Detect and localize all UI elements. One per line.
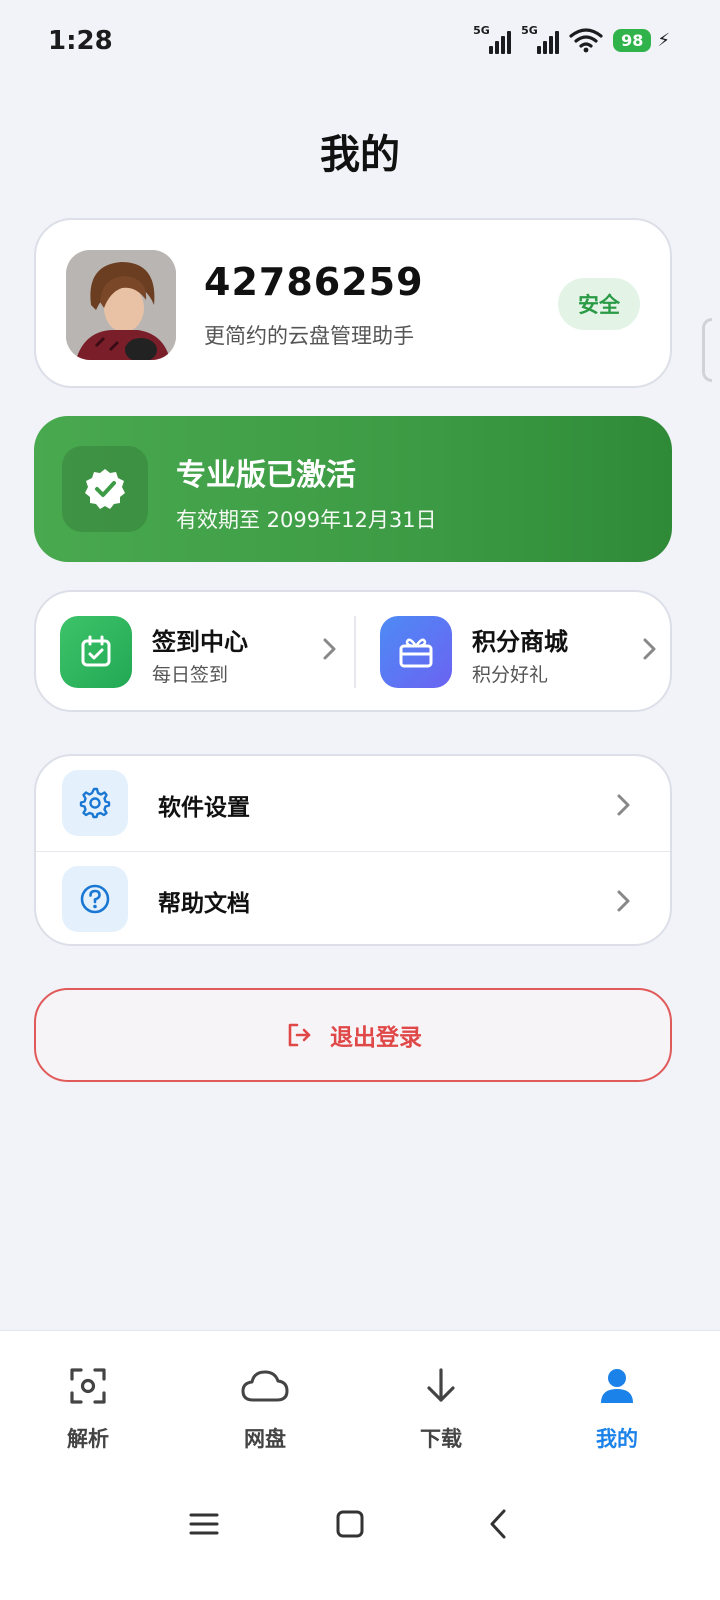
- cellular-signal-icon-2: 5G: [521, 24, 563, 54]
- gift-icon: [380, 616, 452, 688]
- home-button[interactable]: [320, 1502, 380, 1546]
- cellular-signal-icon: 5G: [473, 24, 515, 54]
- wifi-icon: [569, 28, 603, 53]
- charging-icon: ⚡: [657, 29, 670, 51]
- mall-title: 积分商城: [472, 628, 568, 656]
- nav-label: 网盘: [244, 1427, 286, 1451]
- logout-icon: [288, 1023, 311, 1047]
- profile-card[interactable]: 42786259 更简约的云盘管理助手 安全: [34, 218, 672, 388]
- network-type-label: 5G: [473, 24, 490, 37]
- checkin-title: 签到中心: [152, 628, 248, 656]
- status-icons: 5G 5G 98 ⚡: [473, 24, 670, 54]
- nav-label: 解析: [67, 1427, 109, 1451]
- profile-slogan: 更简约的云盘管理助手: [204, 324, 414, 348]
- calendar-check-icon: [60, 616, 132, 688]
- pro-title: 专业版已激活: [176, 458, 356, 493]
- cloud-icon: [200, 1361, 330, 1411]
- back-chevron-icon: [490, 1509, 506, 1539]
- page-title: 我的: [320, 132, 400, 178]
- gear-icon: [62, 770, 128, 836]
- points-mall-button[interactable]: 积分商城 积分好礼: [356, 592, 674, 710]
- quick-actions-card: 签到中心 每日签到 积分商城 积分好礼: [34, 590, 672, 712]
- help-docs-label: 帮助文档: [158, 891, 250, 917]
- nav-tab-download[interactable]: 下载: [376, 1331, 506, 1481]
- user-id: 42786259: [204, 260, 424, 304]
- screen: 1:28 5G 5G 98 ⚡ 我的 42786259 更简约的云盘管理助手 安…: [0, 0, 720, 1600]
- avatar[interactable]: [66, 250, 176, 360]
- chevron-right-icon: [643, 638, 656, 660]
- chevron-right-icon: [617, 794, 630, 816]
- status-time: 1:28: [48, 26, 113, 56]
- checkin-subtitle: 每日签到: [152, 664, 229, 686]
- chevron-right-icon: [323, 638, 336, 660]
- pro-expiry: 有效期至 2099年12月31日: [176, 508, 437, 532]
- pro-status-card[interactable]: 专业版已激活 有效期至 2099年12月31日: [34, 416, 672, 562]
- network-type-label-2: 5G: [521, 24, 538, 37]
- edge-panel-handle[interactable]: [702, 318, 712, 382]
- software-settings-label: 软件设置: [158, 795, 250, 821]
- question-icon: [62, 866, 128, 932]
- nav-label: 我的: [596, 1427, 638, 1451]
- nav-tab-parse[interactable]: 解析: [23, 1331, 153, 1481]
- status-bar: 1:28 5G 5G 98 ⚡: [0, 0, 720, 88]
- scan-icon: [23, 1361, 153, 1411]
- settings-list-card: 软件设置 帮助文档: [34, 754, 672, 946]
- menu-lines-icon: [189, 1513, 219, 1535]
- mall-subtitle: 积分好礼: [472, 664, 549, 686]
- security-badge[interactable]: 安全: [558, 278, 640, 330]
- recent-apps-button[interactable]: [174, 1502, 234, 1546]
- verified-badge-icon: [62, 446, 148, 532]
- chevron-right-icon: [617, 890, 630, 912]
- nav-tab-cloud[interactable]: 网盘: [200, 1331, 330, 1481]
- person-icon: [552, 1361, 682, 1411]
- nav-tab-mine[interactable]: 我的: [552, 1331, 682, 1481]
- battery-level: 98: [613, 28, 652, 52]
- download-arrow-icon: [376, 1361, 506, 1411]
- help-docs-row[interactable]: 帮助文档: [36, 852, 670, 944]
- bottom-navigation: 解析 网盘 下载 我的: [0, 1330, 720, 1480]
- logout-label: 退出登录: [330, 1025, 422, 1051]
- nav-label: 下载: [420, 1427, 462, 1451]
- square-home-icon: [336, 1510, 364, 1538]
- back-button[interactable]: [468, 1502, 528, 1546]
- software-settings-row[interactable]: 软件设置: [36, 756, 670, 852]
- logout-button[interactable]: 退出登录: [34, 988, 672, 1082]
- checkin-center-button[interactable]: 签到中心 每日签到: [36, 592, 354, 710]
- system-navigation-bar: [0, 1480, 720, 1600]
